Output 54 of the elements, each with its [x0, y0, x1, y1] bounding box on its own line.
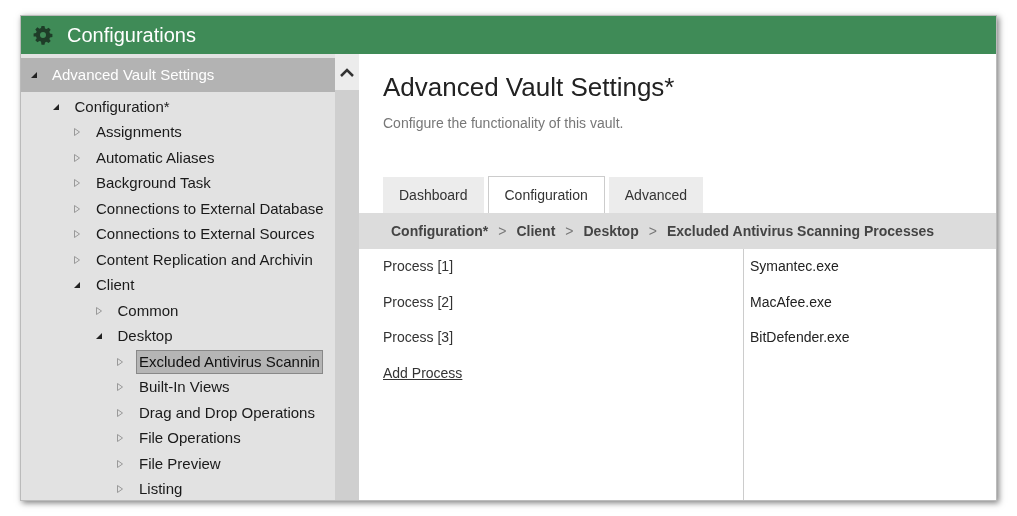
collapsed-triangle-icon[interactable]: [93, 305, 104, 316]
tree-item[interactable]: Content Replication and Archivin: [93, 247, 316, 272]
breadcrumb-item[interactable]: Desktop: [583, 220, 639, 242]
collapsed-triangle-icon[interactable]: [115, 356, 125, 367]
tree-item[interactable]: Client: [93, 273, 138, 298]
tree-item[interactable]: Background Task: [93, 171, 214, 196]
tree-item[interactable]: File Preview: [136, 451, 224, 476]
tab[interactable]: Dashboard: [383, 177, 484, 213]
tree-item[interactable]: Excluded Antivirus Scannin: [136, 349, 323, 374]
page-title: Advanced Vault Settings*: [383, 71, 676, 104]
breadcrumb-separator: >: [565, 221, 574, 241]
breadcrumb-separator: >: [648, 221, 657, 241]
tree-item[interactable]: Assignments: [93, 120, 185, 145]
collapsed-triangle-icon[interactable]: [115, 484, 125, 495]
tree-item[interactable]: Drag and Drop Operations: [136, 400, 318, 425]
chevron-up-icon: [340, 67, 354, 77]
tree-item[interactable]: Common: [114, 298, 182, 323]
gear-icon: [33, 25, 53, 45]
breadcrumb-item[interactable]: Excluded Antivirus Scanning Processes: [666, 220, 935, 242]
tree-item[interactable]: Connections to External Sources: [93, 222, 318, 247]
collapsed-triangle-icon[interactable]: [72, 127, 82, 138]
collapsed-triangle-icon[interactable]: [115, 458, 125, 469]
collapsed-triangle-icon[interactable]: [115, 382, 125, 393]
tree-item[interactable]: Configuration*: [71, 94, 173, 119]
setting-label: Process [1]: [383, 257, 454, 277]
collapsed-triangle-icon[interactable]: [115, 407, 125, 418]
collapsed-triangle-icon[interactable]: [72, 178, 82, 189]
tab[interactable]: Advanced: [608, 177, 704, 213]
tree-item[interactable]: File Operations: [136, 426, 244, 451]
scroll-up-button[interactable]: [335, 54, 359, 90]
tree-item[interactable]: Connections to External Database: [93, 196, 327, 221]
collapsed-triangle-icon[interactable]: [72, 152, 82, 163]
tree-item[interactable]: Built-In Views: [136, 375, 233, 400]
breadcrumb-item[interactable]: Client: [516, 220, 556, 242]
breadcrumb-separator: >: [498, 221, 507, 241]
tree-item[interactable]: Automatic Aliases: [93, 145, 218, 170]
collapsed-triangle-icon[interactable]: [115, 433, 125, 444]
add-process-link[interactable]: Add Process: [383, 362, 463, 384]
expanded-triangle-icon[interactable]: [72, 280, 82, 291]
setting-value: BitDefender.exe: [750, 328, 850, 348]
setting-label: Process [2]: [383, 292, 454, 312]
tree-item[interactable]: Listing: [136, 477, 186, 500]
expanded-triangle-icon[interactable]: [29, 70, 39, 80]
collapsed-triangle-icon[interactable]: [72, 254, 82, 265]
setting-value: MacAfee.exe: [750, 292, 832, 312]
collapsed-triangle-icon[interactable]: [72, 229, 82, 240]
tree-item[interactable]: Desktop: [114, 324, 176, 349]
tab[interactable]: Configuration: [487, 176, 605, 213]
breadcrumb-item[interactable]: Configuration*: [391, 220, 489, 242]
setting-value: Symantec.exe: [750, 257, 839, 277]
collapsed-triangle-icon[interactable]: [72, 203, 82, 214]
page-subtitle: Configure the functionality of this vault.: [383, 114, 625, 133]
setting-label: Process [3]: [383, 328, 454, 348]
window-title: Configurations: [67, 23, 196, 48]
